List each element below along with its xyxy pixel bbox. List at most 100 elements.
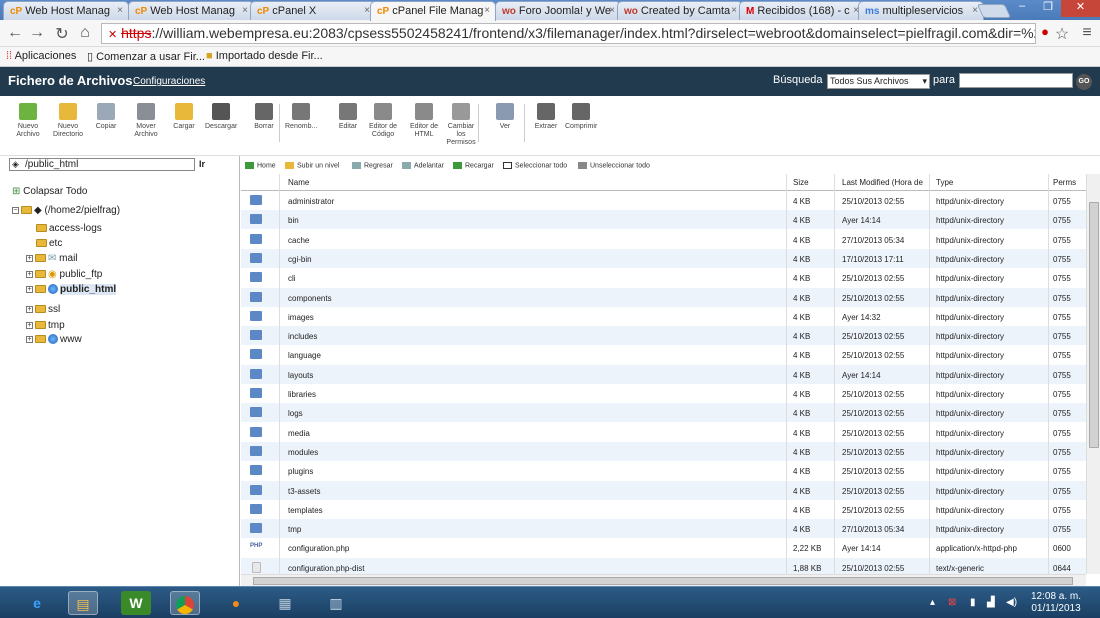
close-window-button[interactable]: ✕: [1061, 0, 1100, 17]
back-arrow-icon[interactable]: ←: [6, 24, 24, 42]
file-row[interactable]: cgi-bin 4 KB 17/10/2013 17:11 httpd/unix-di…: [241, 248, 1086, 268]
file-name[interactable]: administrator: [288, 197, 334, 206]
collapse-all-link[interactable]: ⊞ Colapsar Todo: [12, 186, 87, 197]
new-tab-button[interactable]: [976, 4, 1012, 18]
edit-button[interactable]: Editar: [332, 103, 364, 131]
browser-tab[interactable]: M Recibidos (168) - c ×: [739, 1, 865, 20]
file-name[interactable]: bin: [288, 216, 299, 225]
file-name[interactable]: components: [288, 294, 332, 303]
extension-icon[interactable]: ●: [1036, 24, 1054, 39]
tree-node[interactable]: + ◉ public_ftp: [26, 269, 102, 280]
change-permissions-button[interactable]: Cambiar los Permisos: [445, 103, 477, 147]
file-row[interactable]: components 4 KB 25/10/2013 02:55 httpd/unix…: [241, 287, 1086, 307]
menu-icon[interactable]: ≡: [1078, 24, 1096, 42]
chrome-icon[interactable]: [170, 591, 200, 615]
maximize-button[interactable]: ❐: [1035, 0, 1061, 17]
file-row[interactable]: logs 4 KB 25/10/2013 02:55 httpd/unix-direc…: [241, 403, 1086, 423]
expand-icon[interactable]: +: [26, 270, 33, 278]
path-input[interactable]: ◈/public_html: [9, 158, 195, 171]
bookmark-apps[interactable]: ⁞⁞ Aplicaciones: [6, 50, 76, 62]
expand-icon[interactable]: +: [26, 285, 33, 293]
tray-expand-icon[interactable]: ▴: [930, 597, 935, 608]
file-name[interactable]: modules: [288, 448, 318, 457]
tray-alert-icon[interactable]: ⊠: [948, 597, 956, 608]
system-clock[interactable]: 12:08 a. m. 01/11/2013: [1026, 591, 1086, 615]
tree-node[interactable]: + www: [26, 334, 82, 345]
file-explorer-icon[interactable]: ▤: [68, 591, 98, 615]
file-row[interactable]: cli 4 KB 25/10/2013 02:55 httpd/unix-direct…: [241, 268, 1086, 287]
select-all-button[interactable]: Seleccionar todo: [503, 162, 567, 169]
file-name[interactable]: cli: [288, 274, 296, 283]
copy-button[interactable]: Copiar: [90, 103, 122, 131]
file-name[interactable]: layouts: [288, 371, 313, 380]
file-name[interactable]: t3-assets: [288, 487, 320, 496]
file-row[interactable]: libraries 4 KB 25/10/2013 02:55 httpd/unix-…: [241, 384, 1086, 403]
settings-link[interactable]: Configuraciones: [133, 76, 205, 87]
file-row[interactable]: cache 4 KB 27/10/2013 05:34 httpd/unix-dire…: [241, 230, 1086, 249]
close-tab-icon[interactable]: ×: [117, 5, 123, 16]
file-name[interactable]: cache: [288, 236, 309, 245]
file-name[interactable]: cgi-bin: [288, 255, 312, 264]
browser-tab[interactable]: wo Foro Joomla! y We ×: [495, 1, 621, 20]
new-file-button[interactable]: Nuevo Archivo: [12, 103, 44, 139]
browser-tab[interactable]: cP cPanel File Manag ×: [370, 1, 496, 21]
file-name[interactable]: language: [288, 351, 321, 360]
up-level-button[interactable]: Subir un nivel: [285, 162, 339, 169]
reload-nav-button[interactable]: Recargar: [453, 162, 494, 169]
file-name[interactable]: images: [288, 313, 314, 322]
tree-node[interactable]: + ✉ mail: [26, 253, 78, 264]
calculator-icon[interactable]: ▥: [321, 591, 351, 615]
home-nav-button[interactable]: Home: [245, 162, 276, 169]
file-name[interactable]: media: [288, 429, 310, 438]
upload-button[interactable]: Cargar: [168, 103, 200, 131]
extract-button[interactable]: Extraer: [530, 103, 562, 131]
tree-node[interactable]: + tmp: [26, 320, 65, 331]
minimize-button[interactable]: –: [1009, 0, 1035, 17]
browser-tab[interactable]: cP cPanel X ×: [250, 1, 376, 20]
vertical-scrollbar[interactable]: [1086, 174, 1100, 574]
search-input[interactable]: [959, 73, 1073, 88]
column-header-type[interactable]: Type: [936, 178, 953, 187]
file-row[interactable]: modules 4 KB 25/10/2013 02:55 httpd/unix-di…: [241, 441, 1086, 461]
webmatrix-icon[interactable]: W: [121, 591, 151, 615]
back-nav-button[interactable]: Regresar: [352, 162, 393, 169]
new-folder-button[interactable]: Nuevo Directorio: [52, 103, 84, 139]
unselect-all-button[interactable]: Unseleccionar todo: [578, 162, 650, 169]
file-row[interactable]: PHP configuration.php 2,22 KB Ayer 14:14 app…: [241, 538, 1086, 557]
delete-button[interactable]: Borrar: [248, 103, 280, 131]
download-button[interactable]: Descargar: [205, 103, 237, 131]
file-name[interactable]: plugins: [288, 467, 313, 476]
browser-tab[interactable]: cP Web Host Manag ×: [128, 1, 254, 20]
move-file-button[interactable]: Mover Archivo: [130, 103, 162, 139]
file-name[interactable]: includes: [288, 332, 317, 341]
tree-root[interactable]: − ◆ (/home2/pielfrag): [12, 205, 120, 216]
file-name[interactable]: configuration.php: [288, 544, 349, 553]
close-tab-icon[interactable]: ×: [484, 5, 490, 16]
home-icon[interactable]: ⌂: [76, 24, 94, 42]
file-name[interactable]: configuration.php-dist: [288, 564, 365, 573]
address-bar[interactable]: ✕ https://william.webempresa.eu:2083/cps…: [101, 23, 1036, 44]
column-header-modified[interactable]: Last Modified (Hora de: [842, 178, 923, 187]
file-row[interactable]: plugins 4 KB 25/10/2013 02:55 httpd/unix-di…: [241, 461, 1086, 480]
bookmark-imported[interactable]: ■ Importado desde Fir...: [206, 50, 323, 62]
file-name[interactable]: libraries: [288, 390, 316, 399]
horizontal-scrollbar[interactable]: [241, 574, 1086, 586]
star-icon[interactable]: ☆: [1053, 24, 1071, 44]
expand-icon[interactable]: +: [26, 305, 33, 313]
internet-explorer-icon[interactable]: e: [22, 591, 52, 615]
tree-node[interactable]: + ssl: [26, 304, 60, 315]
forward-nav-button[interactable]: Adelantar: [402, 162, 444, 169]
file-name[interactable]: logs: [288, 409, 303, 418]
browser-tab[interactable]: cP Web Host Manag ×: [3, 1, 129, 20]
file-row[interactable]: images 4 KB Ayer 14:32 httpd/unix-directory…: [241, 307, 1086, 326]
file-row[interactable]: administrator 4 KB 25/10/2013 02:55 httpd/u…: [241, 191, 1086, 210]
signal-icon[interactable]: ▟: [987, 597, 995, 608]
column-header-name[interactable]: Name: [288, 178, 309, 187]
tree-node[interactable]: + public_html: [26, 284, 117, 295]
file-row[interactable]: templates 4 KB 25/10/2013 02:55 httpd/unix-…: [241, 500, 1086, 519]
tree-node[interactable]: access-logs: [36, 223, 102, 234]
rename-button[interactable]: Renomb...: [285, 103, 317, 131]
file-row[interactable]: t3-assets 4 KB 25/10/2013 02:55 httpd/unix-…: [241, 480, 1086, 500]
file-row[interactable]: media 4 KB 25/10/2013 02:55 httpd/unix-dire…: [241, 423, 1086, 442]
file-name[interactable]: tmp: [288, 525, 301, 534]
